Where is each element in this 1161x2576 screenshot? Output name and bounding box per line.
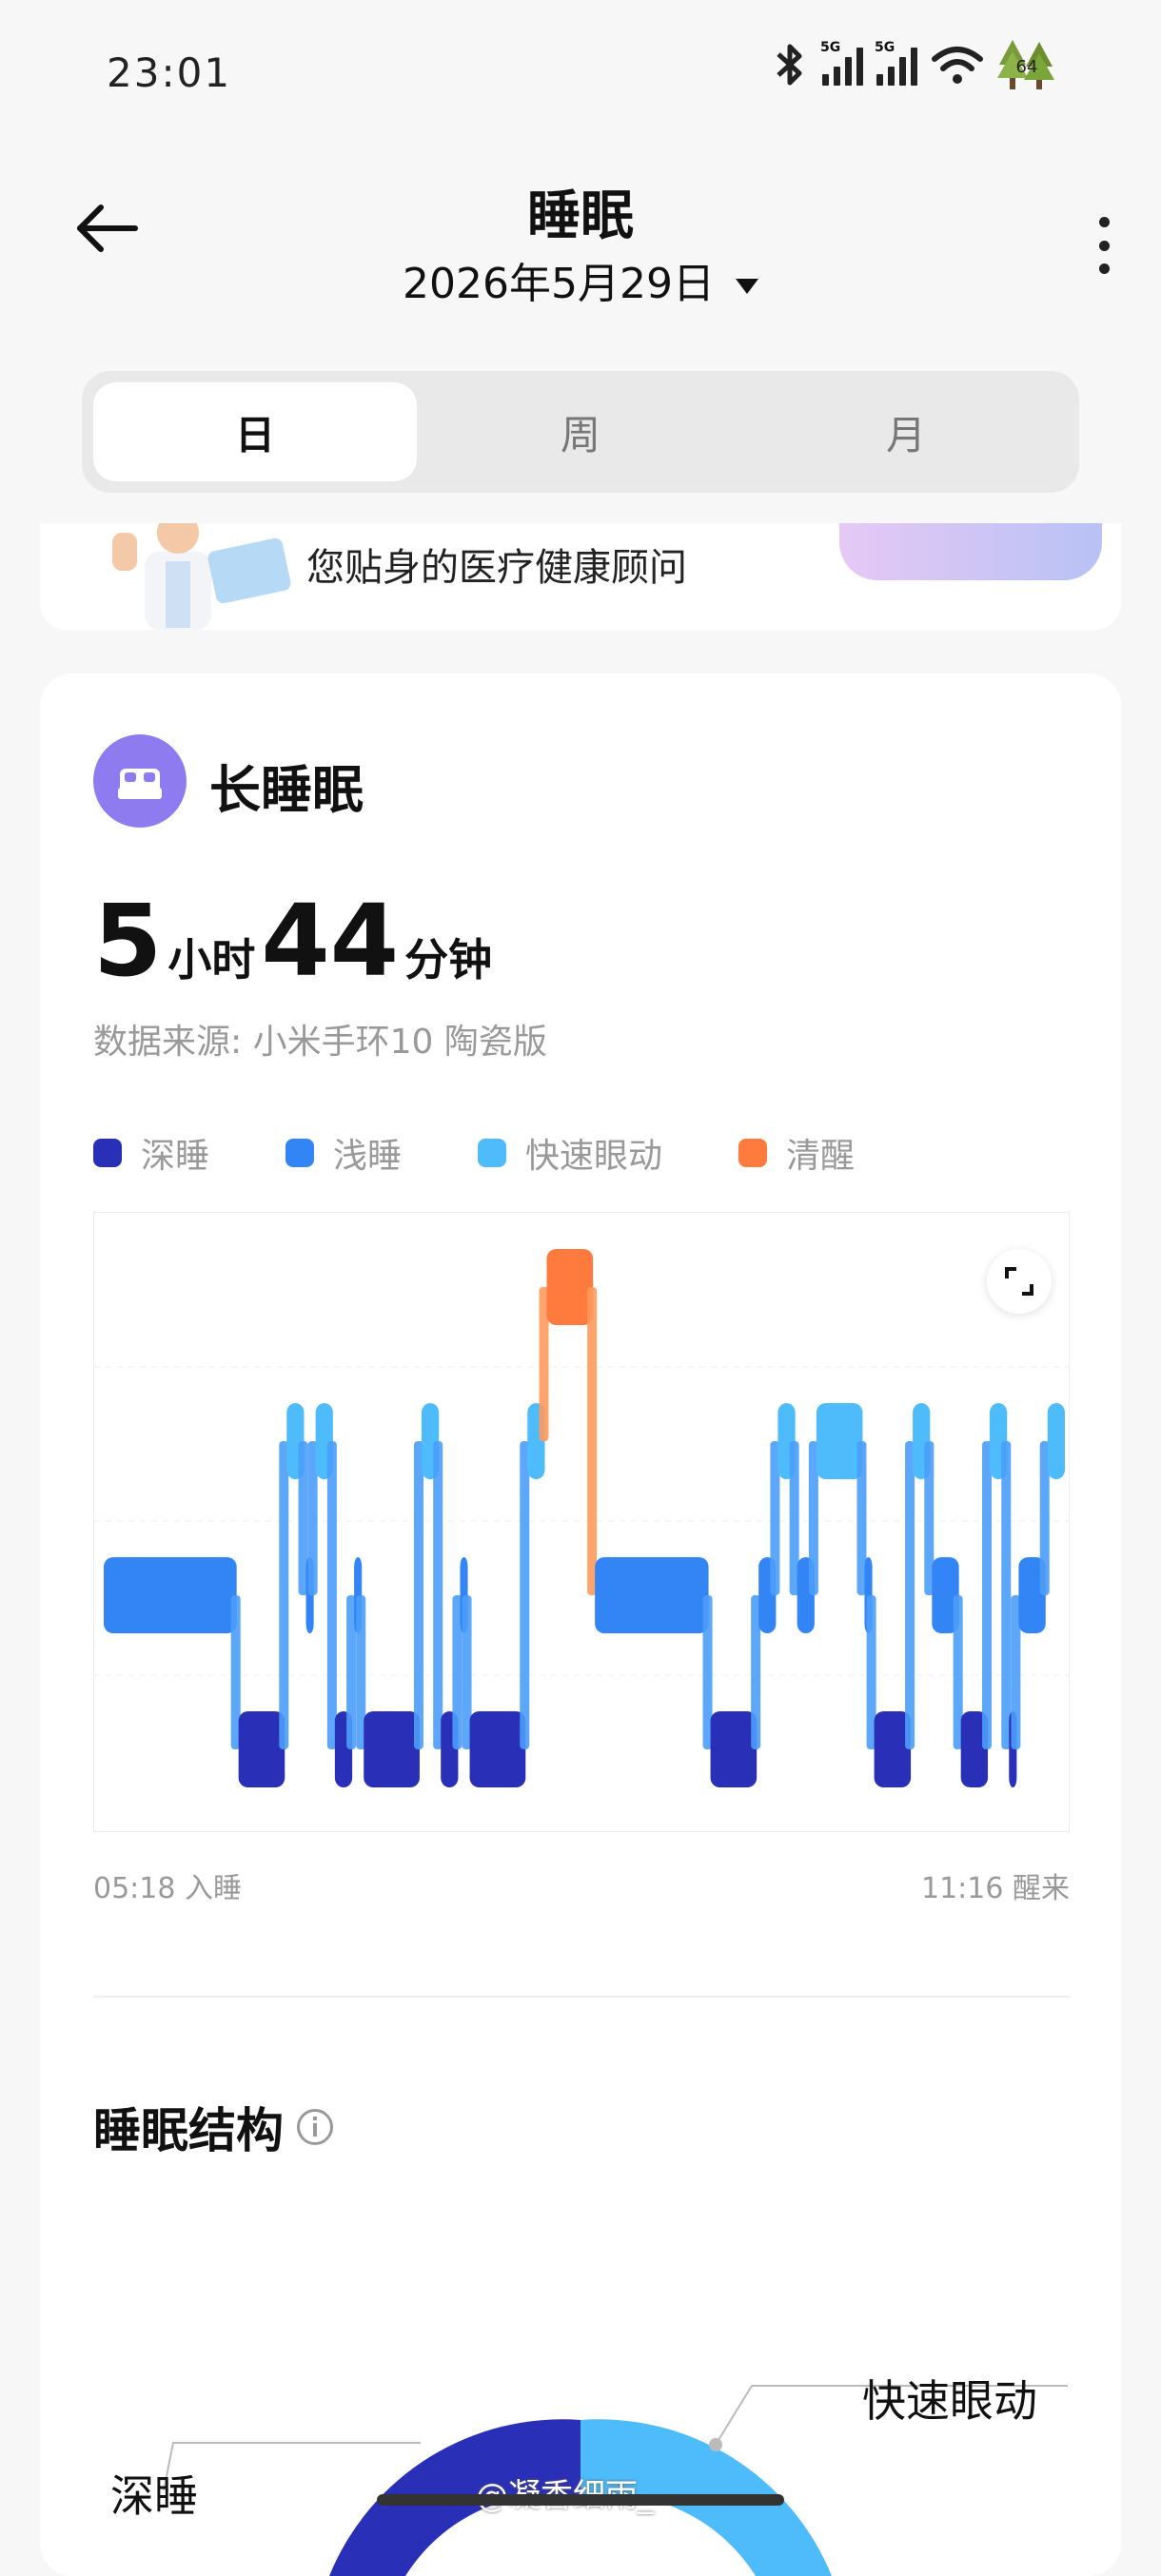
watermark: @凝香细雨_ [476,2469,654,2516]
stage-segment [364,1711,420,1787]
wake-label: 11:16 醒来 [921,1872,1070,1905]
stage-segment [104,1557,237,1633]
legend-rem: 快速眼动 [478,1128,662,1178]
doctor-illustration [112,523,291,630]
sleep-structure-label: 睡眠结构 [93,2103,284,2158]
stage-segment [546,1249,594,1325]
duration-minutes: 44 [261,883,400,999]
promo-banner[interactable]: 您贴身的医疗健康顾问 [40,523,1121,630]
sleep-structure-title: 睡眠结构 [93,2093,333,2161]
cellular-signal-1-icon: 5G [820,40,863,86]
date-label: 2026年5月29日 [403,260,715,308]
home-indicator[interactable] [377,2494,784,2506]
wifi-icon [932,47,983,84]
stage-segment [238,1711,285,1787]
fullscreen-icon [1005,1267,1033,1296]
sleep-card: 长睡眠 5 小时 44 分钟 数据来源: 小米手环10 陶瓷版 深睡 浅睡 快速… [40,673,1121,2576]
duration-hours: 5 [93,883,163,999]
sleep-duration: 5 小时 44 分钟 [93,883,498,999]
stage-transition [413,1441,423,1749]
date-selector[interactable]: 2026年5月29日 [0,249,1161,310]
battery-icon: 64 [997,38,1056,91]
sleep-start-label: 05:18 入睡 [93,1872,242,1905]
chart-legend: 深睡 浅睡 快速眼动 清醒 [93,1128,931,1178]
stage-transition [587,1287,598,1595]
more-options-icon[interactable] [1094,217,1113,274]
structure-label-rem: 快速眼动 [862,2375,1037,2427]
legend-awake: 清醒 [738,1128,855,1178]
stage-segment [710,1711,758,1787]
stage-transition [520,1441,530,1749]
bed-icon [93,734,187,828]
legend-light: 浅睡 [285,1128,402,1178]
divider [93,1996,1070,1998]
data-source: 数据来源: 小米手环10 陶瓷版 [93,1023,547,1062]
expand-chart-button[interactable] [987,1249,1052,1314]
stage-transition [905,1441,915,1749]
sleep-type-title: 长睡眠 [209,760,364,820]
stage-transition [279,1441,289,1749]
stage-segment [1047,1403,1065,1479]
tab-month[interactable]: 月 [744,382,1068,481]
info-icon[interactable] [297,2109,333,2145]
sleep-structure-donut [163,2385,1068,2576]
duration-hours-unit: 小时 [167,934,256,986]
stage-transition [1001,1441,1012,1749]
stage-segment [595,1557,709,1633]
svg-text:64: 64 [1016,57,1038,77]
unlock-button[interactable] [839,523,1102,580]
status-icons: 5G 5G 64 [771,38,1056,91]
stage-segment [469,1711,526,1787]
clock: 23:01 [107,49,232,96]
stage-segment [816,1403,863,1479]
header: 睡眠 2026年5月29日 [0,152,1161,323]
structure-label-deep: 深睡 [110,2470,198,2522]
tab-day[interactable]: 日 [93,382,417,481]
sleep-stage-chart[interactable] [93,1212,1070,1832]
stage-transition [326,1441,337,1749]
chevron-down-icon [735,279,758,294]
cellular-signal-2-icon: 5G [875,40,917,86]
page-title: 睡眠 [527,185,634,247]
period-segmented-control: 日 周 月 [82,371,1079,493]
stage-transition [433,1441,443,1749]
hypnogram-svg [94,1249,1069,1787]
promo-text: 您贴身的医疗健康顾问 [306,546,687,590]
stage-transition [982,1441,993,1749]
tab-week[interactable]: 周 [419,382,742,481]
status-bar: 23:01 5G 5G 64 [0,0,1161,143]
duration-minutes-unit: 分钟 [404,934,493,986]
bluetooth-icon [777,44,802,86]
legend-deep: 深睡 [93,1128,209,1178]
